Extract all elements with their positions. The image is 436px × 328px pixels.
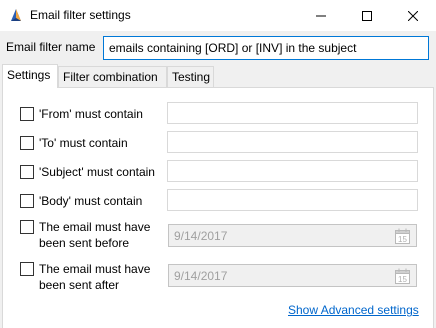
body-label: 'Body' must contain <box>39 194 143 208</box>
sent-after-label-line1: The email must have <box>39 262 151 276</box>
from-label: 'From' must contain <box>39 107 143 121</box>
sent-after-date-value: 9/14/2017 <box>174 269 228 283</box>
maximize-button[interactable] <box>344 0 390 31</box>
show-advanced-settings-link[interactable]: Show Advanced settings <box>288 303 419 317</box>
minimize-icon <box>316 15 326 16</box>
close-icon <box>408 10 418 21</box>
app-icon <box>11 9 21 21</box>
sent-after-date-picker[interactable]: 9/14/2017 15 <box>168 264 417 287</box>
tab-filter-combination[interactable]: Filter combination <box>58 66 167 87</box>
from-input[interactable] <box>167 102 418 124</box>
to-input[interactable] <box>167 131 418 153</box>
calendar-day-text: 15 <box>398 235 407 244</box>
tab-testing-label: Testing <box>172 70 211 84</box>
sent-before-label-line1: The email must have <box>39 220 151 234</box>
subject-label: 'Subject' must contain <box>39 165 155 179</box>
window-title: Email filter settings <box>30 8 131 22</box>
from-checkbox[interactable] <box>20 107 34 121</box>
sent-before-date-picker[interactable]: 9/14/2017 15 <box>168 224 417 247</box>
calendar-icon[interactable]: 15 <box>395 268 410 284</box>
to-checkbox[interactable] <box>20 136 34 150</box>
tab-settings-label: Settings <box>7 68 51 82</box>
body-checkbox[interactable] <box>20 194 34 208</box>
sent-before-checkbox[interactable] <box>20 220 34 234</box>
title-bar: Email filter settings <box>0 0 436 31</box>
close-button[interactable] <box>390 0 436 31</box>
tab-testing[interactable]: Testing <box>167 66 214 87</box>
filter-name-label: Email filter name <box>6 40 96 54</box>
tab-settings[interactable]: Settings <box>2 64 58 88</box>
sent-before-date-value: 9/14/2017 <box>174 229 228 243</box>
to-label: 'To' must contain <box>39 136 128 150</box>
sent-before-label-line2: been sent before <box>39 236 130 250</box>
subject-checkbox[interactable] <box>20 165 34 179</box>
maximize-icon <box>362 10 372 21</box>
calendar-icon[interactable]: 15 <box>395 228 410 244</box>
calendar-day-text: 15 <box>398 275 407 284</box>
sent-after-checkbox[interactable] <box>20 262 34 276</box>
minimize-button[interactable] <box>298 0 344 31</box>
sent-after-label-line2: been sent after <box>39 278 120 292</box>
subject-input[interactable] <box>167 160 418 182</box>
body-input[interactable] <box>167 189 418 211</box>
filter-name-input[interactable] <box>103 36 429 60</box>
tab-filter-combination-label: Filter combination <box>63 70 158 84</box>
